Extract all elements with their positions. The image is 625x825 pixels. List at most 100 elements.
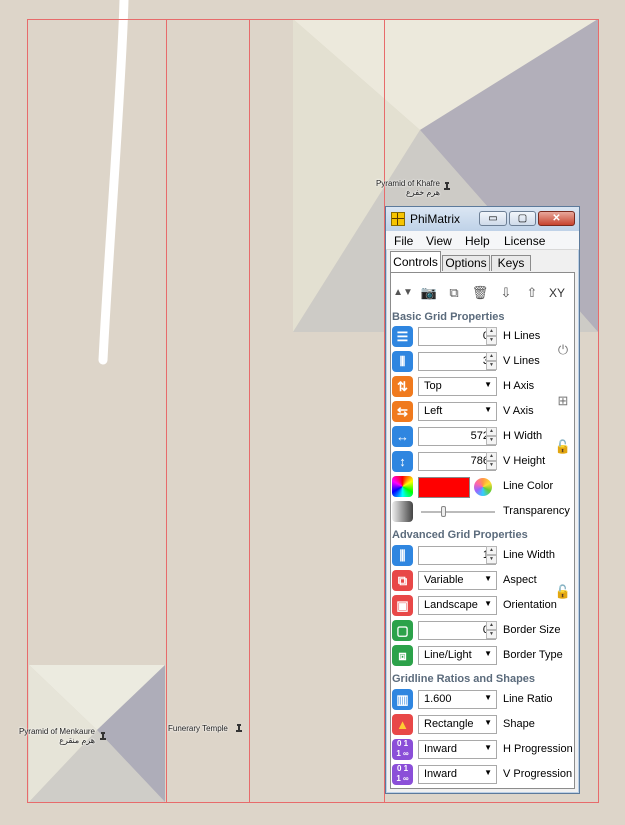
landmark-icon bbox=[236, 724, 242, 732]
aspect-label: Aspect bbox=[503, 574, 537, 586]
line-width-input[interactable]: 1 bbox=[418, 546, 496, 565]
tab-strip: Controls Options Keys bbox=[390, 251, 576, 273]
line-ratio-select[interactable]: 1.600 ▼ bbox=[418, 690, 497, 709]
line-width-row: ⫼ 1 ▲▼ Line Width bbox=[391, 545, 576, 567]
h-progression-row: 0 11 ∞ Inward ▼ H Progression bbox=[391, 739, 576, 761]
v-height-input[interactable]: 786 bbox=[418, 452, 496, 471]
grid-line-right bbox=[598, 19, 599, 802]
v-progression-icon: 0 11 ∞ bbox=[392, 764, 413, 785]
transparency-icon bbox=[392, 501, 413, 522]
h-lines-input[interactable]: 0 bbox=[418, 327, 496, 346]
aspect-icon: ⧉ bbox=[392, 570, 413, 591]
menu-file[interactable]: File bbox=[394, 234, 413, 248]
h-width-row: ↔ 572 ▲ ▼ H Width bbox=[391, 426, 576, 448]
title-bar[interactable]: PhiMatrix ▭ ▢ ✕ bbox=[386, 207, 579, 231]
transparency-slider-thumb[interactable] bbox=[441, 506, 447, 517]
line-color-swatch[interactable] bbox=[418, 477, 470, 498]
h-lines-icon: ☰ bbox=[392, 326, 413, 347]
border-size-input[interactable]: 0 bbox=[418, 621, 496, 640]
v-lines-input[interactable]: 3 bbox=[418, 352, 496, 371]
h-progression-label: H Progression bbox=[503, 743, 573, 755]
h-axis-row: ⇅ Top ▼ H Axis bbox=[391, 376, 576, 398]
h-width-label: H Width bbox=[503, 430, 543, 442]
menu-bar: File View Help License bbox=[386, 231, 579, 250]
grid-line-left bbox=[27, 19, 28, 802]
border-type-label: Border Type bbox=[503, 649, 563, 661]
menu-help[interactable]: Help bbox=[465, 234, 490, 248]
poi-menkaure-label[interactable]: Pyramid of Menkaure هرم منقرع bbox=[10, 727, 95, 745]
line-ratio-icon: ▥ bbox=[392, 689, 413, 710]
minimize-button[interactable]: ▭ bbox=[479, 211, 507, 226]
phimatrix-app-icon bbox=[391, 212, 405, 226]
transparency-slider-track[interactable] bbox=[421, 511, 495, 513]
close-button[interactable]: ✕ bbox=[538, 211, 575, 226]
grid-toggle-icon[interactable]: ⊞ bbox=[553, 391, 573, 411]
line-ratio-row: ▥ 1.600 ▼ Line Ratio bbox=[391, 689, 576, 711]
border-type-select[interactable]: Line/Light ▼ bbox=[418, 646, 497, 665]
line-width-label: Line Width bbox=[503, 549, 555, 561]
v-axis-row: ⇆ Left ▼ V Axis bbox=[391, 401, 576, 423]
v-height-row: ↕ 786 ▲ ▼ V Height bbox=[391, 451, 576, 473]
basic-grid-heading: Basic Grid Properties bbox=[392, 311, 505, 323]
aspect-lock-icon[interactable]: 🔓 bbox=[553, 582, 573, 602]
tab-keys[interactable]: Keys bbox=[491, 255, 531, 271]
v-lines-label: V Lines bbox=[503, 355, 540, 367]
border-size-row: ▢ 0 ▲▼ Border Size bbox=[391, 620, 576, 642]
camera-icon[interactable]: 📷 bbox=[419, 283, 439, 303]
copy-icon[interactable]: ⧉ bbox=[444, 283, 464, 303]
power-icon[interactable]: ⏻ bbox=[553, 340, 573, 360]
v-height-label: V Height bbox=[503, 455, 546, 467]
menu-license[interactable]: License bbox=[504, 234, 545, 248]
h-width-input[interactable]: 572 bbox=[418, 427, 496, 446]
h-lines-label: H Lines bbox=[503, 330, 541, 342]
h-lines-row: ☰ 0 ▲▼ H Lines bbox=[391, 326, 576, 348]
h-progression-icon: 0 11 ∞ bbox=[392, 739, 413, 760]
grid-line-v2 bbox=[249, 19, 250, 802]
poi-funerary-temple-label[interactable]: Funerary Temple bbox=[168, 724, 232, 733]
v-height-stepper[interactable]: ▲ ▼ bbox=[486, 452, 497, 471]
tab-controls[interactable]: Controls bbox=[390, 251, 441, 273]
xy-icon[interactable]: XY bbox=[547, 283, 567, 303]
h-axis-icon: ⇅ bbox=[392, 376, 413, 397]
phimatrix-window: PhiMatrix ▭ ▢ ✕ File View Help License C… bbox=[385, 206, 580, 794]
border-size-icon: ▢ bbox=[392, 620, 413, 641]
h-progression-select[interactable]: Inward ▼ bbox=[418, 740, 497, 759]
orientation-row: ▣ Landscape ▼ Orientation bbox=[391, 595, 576, 617]
transparency-label: Transparency bbox=[503, 505, 570, 517]
shape-select[interactable]: Rectangle ▼ bbox=[418, 715, 497, 734]
v-lines-stepper[interactable]: ▲ ▼ bbox=[486, 352, 497, 371]
import-icon[interactable]: ⇩ bbox=[496, 283, 516, 303]
orientation-select[interactable]: Landscape ▼ bbox=[418, 596, 497, 615]
lock-icon[interactable]: 🔓 bbox=[553, 437, 573, 457]
line-width-stepper[interactable]: ▲ ▼ bbox=[486, 546, 497, 565]
border-size-stepper[interactable]: ▲ ▼ bbox=[486, 621, 497, 640]
line-width-icon: ⫼ bbox=[392, 545, 413, 566]
shape-icon: ▲ bbox=[392, 714, 413, 735]
grid-line-bottom bbox=[27, 802, 599, 803]
reorder-icon[interactable]: ▲▼ bbox=[393, 283, 413, 303]
v-lines-row: ⫴ 3 ▲▼ V Lines bbox=[391, 351, 576, 373]
h-width-stepper[interactable]: ▲ ▼ bbox=[486, 427, 497, 446]
h-lines-stepper[interactable]: ▲ ▼ bbox=[486, 327, 497, 346]
v-progression-select[interactable]: Inward ▼ bbox=[418, 765, 497, 784]
export-icon[interactable]: ⇧ bbox=[522, 283, 542, 303]
aspect-select[interactable]: Variable ▼ bbox=[418, 571, 497, 590]
tab-options[interactable]: Options bbox=[442, 255, 490, 271]
orientation-label: Orientation bbox=[503, 599, 557, 611]
color-picker-icon[interactable] bbox=[474, 478, 492, 496]
menu-view[interactable]: View bbox=[426, 234, 452, 248]
landmark-icon bbox=[100, 732, 106, 740]
v-lines-icon: ⫴ bbox=[392, 351, 413, 372]
v-axis-icon: ⇆ bbox=[392, 401, 413, 422]
advanced-grid-heading: Advanced Grid Properties bbox=[392, 529, 528, 541]
h-axis-select[interactable]: Top ▼ bbox=[418, 377, 497, 396]
line-ratio-label: Line Ratio bbox=[503, 693, 553, 705]
trash-icon[interactable]: 🗑 bbox=[470, 283, 490, 303]
border-type-icon: ⧈ bbox=[392, 645, 413, 666]
maximize-button[interactable]: ▢ bbox=[509, 211, 536, 226]
border-size-label: Border Size bbox=[503, 624, 561, 636]
landmark-icon bbox=[444, 182, 450, 190]
transparency-row: Transparency bbox=[391, 501, 576, 523]
poi-khafre-label[interactable]: Pyramid of Khafre هرم خفرع bbox=[360, 179, 440, 197]
v-axis-select[interactable]: Left ▼ bbox=[418, 402, 497, 421]
